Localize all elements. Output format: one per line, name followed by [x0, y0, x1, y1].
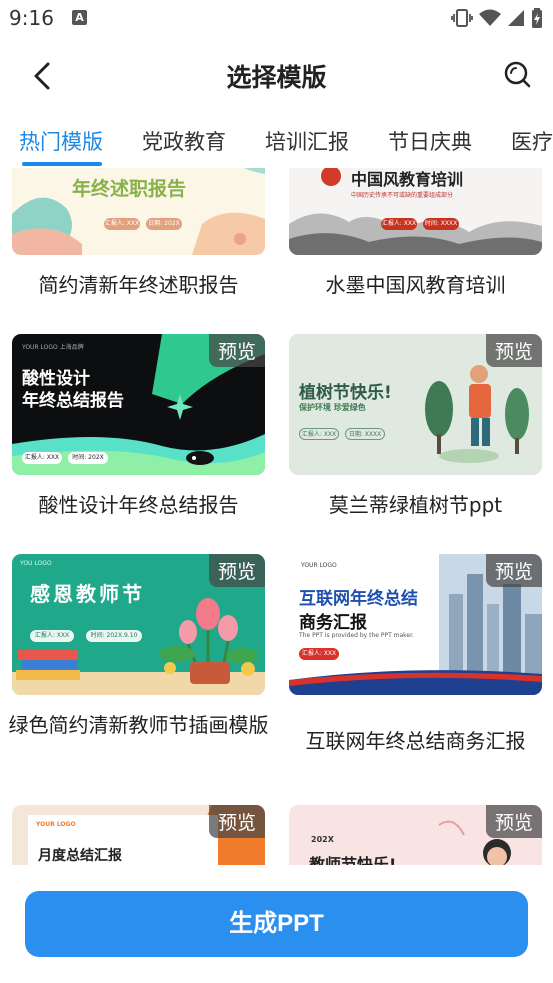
thumbnail-logo: YOUR LOGO — [301, 562, 337, 569]
thumbnail-logo: YOUR LOGO — [36, 821, 76, 828]
thumbnail-pill: 汇报人: XXX — [22, 452, 62, 464]
thumbnail-subtitle: 中国历史传承不可或缺的重要组成部分 — [351, 192, 454, 199]
template-thumbnail[interactable]: YOUR LOGO 上海品牌 酸性设计 年终总结报告 汇报人: XXX 时间: … — [12, 334, 265, 475]
tab-medical[interactable]: 医疗 — [511, 126, 553, 156]
thumbnail-pill: 时间: XXXX — [423, 218, 459, 230]
thumbnail-pill: 汇报人: XXX — [299, 428, 339, 440]
thumbnail-subtitle: The PPT is provided by the PPT maker. — [299, 632, 414, 639]
preview-button[interactable]: 预览 — [485, 805, 542, 838]
thumbnail-heading: 互联网年终总结 — [299, 589, 418, 609]
app-bar: 选择模版 — [0, 40, 553, 110]
thumbnail-logo: YOU LOGO — [20, 560, 52, 567]
thumbnail-heading: 中国风教育培训 — [351, 170, 464, 189]
status-time: 9:16 — [9, 6, 54, 30]
template-title: 绿色简约清新教师节插画模版 — [8, 713, 269, 737]
template-thumbnail[interactable]: YOUR LOGO 月度总结汇报 预览 — [12, 805, 265, 865]
preview-button[interactable]: 预览 — [208, 334, 265, 367]
vibrate-icon — [451, 9, 473, 27]
search-button[interactable] — [501, 58, 535, 92]
template-thumbnail[interactable]: YOUR LOGO 互联网年终总结 商务汇报 The PPT is provid… — [289, 554, 542, 695]
thumbnail-heading: 教师节快乐! — [309, 855, 397, 865]
search-icon — [504, 61, 531, 88]
tab-training-report[interactable]: 培训汇报 — [265, 126, 349, 156]
wifi-icon — [479, 9, 501, 26]
thumbnail-pill: 时间: 202X.9.10 — [86, 630, 142, 642]
thumbnail-heading: 商务汇报 — [299, 613, 367, 633]
notification-icon: A — [72, 10, 87, 25]
thumbnail-subtitle: 保护环境 珍爱绿色 — [299, 403, 366, 412]
thumbnail-pill: 日期: XXXX — [345, 428, 385, 440]
thumbnail-pill: 日期: 202X — [146, 218, 182, 230]
preview-button[interactable]: 预览 — [485, 554, 542, 587]
tab-hot-templates[interactable]: 热门模版 — [19, 126, 103, 156]
thumbnail-logo: YOUR LOGO 上海品牌 — [22, 344, 84, 351]
template-title: 莫兰蒂绿植树节ppt — [328, 493, 503, 517]
thumbnail-pill: 汇报人: XXX — [104, 218, 140, 230]
thumbnail-heading: 植树节快乐! — [299, 383, 392, 403]
preview-button[interactable]: 预览 — [485, 334, 542, 367]
template-thumbnail[interactable]: 202X 教师节快乐! 预览 — [289, 805, 542, 865]
template-title: 简约清新年终述职报告 — [38, 273, 239, 297]
thumbnail-logo: 202X — [311, 835, 334, 844]
thumbnail-heading: 年终述职报告 — [72, 178, 187, 200]
tab-party-education[interactable]: 党政教育 — [142, 126, 226, 156]
signal-icon — [508, 10, 524, 26]
preview-button[interactable]: 预览 — [208, 805, 265, 838]
template-title: 酸性设计年终总结报告 — [38, 493, 239, 517]
template-title: 互联网年终总结商务汇报 — [305, 729, 526, 753]
template-grid[interactable]: 年终述职报告 汇报人: XXX 日期: 202X 简约清新年终述职报告 中国风教… — [0, 168, 553, 865]
status-bar: 9:16 A — [0, 0, 553, 38]
template-thumbnail[interactable]: 植树节快乐! 保护环境 珍爱绿色 汇报人: XXX 日期: XXXX 预览 — [289, 334, 542, 475]
generate-ppt-button[interactable]: 生成PPT — [25, 891, 528, 957]
tab-festival[interactable]: 节日庆典 — [388, 126, 472, 156]
thumbnail-heading: 年终总结报告 — [22, 391, 124, 411]
thumbnail-pill: 时间: 202X — [68, 452, 108, 464]
preview-button[interactable]: 预览 — [208, 554, 265, 587]
thumbnail-pill: 汇报人: XXX — [381, 218, 417, 230]
template-thumbnail[interactable]: 中国风教育培训 中国历史传承不可或缺的重要组成部分 汇报人: XXX 时间: X… — [289, 168, 542, 255]
thumbnail-heading: 感恩教师节 — [30, 582, 145, 606]
thumbnail-heading: 月度总结汇报 — [38, 848, 122, 864]
thumbnail-pill: 汇报人: XXX — [30, 630, 74, 642]
template-thumbnail[interactable]: YOU LOGO 感恩教师节 汇报人: XXX 时间: 202X.9.10 预览 — [12, 554, 265, 695]
thumbnail-pill: 汇报人: XXX — [299, 648, 339, 660]
battery-icon — [532, 8, 542, 28]
page-title: 选择模版 — [226, 63, 327, 92]
active-tab-indicator — [22, 162, 102, 166]
template-title: 水墨中国风教育培训 — [325, 273, 506, 297]
category-tabs: 热门模版 党政教育 培训汇报 节日庆典 医疗 — [0, 118, 553, 168]
template-thumbnail[interactable]: 年终述职报告 汇报人: XXX 日期: 202X — [12, 168, 265, 255]
